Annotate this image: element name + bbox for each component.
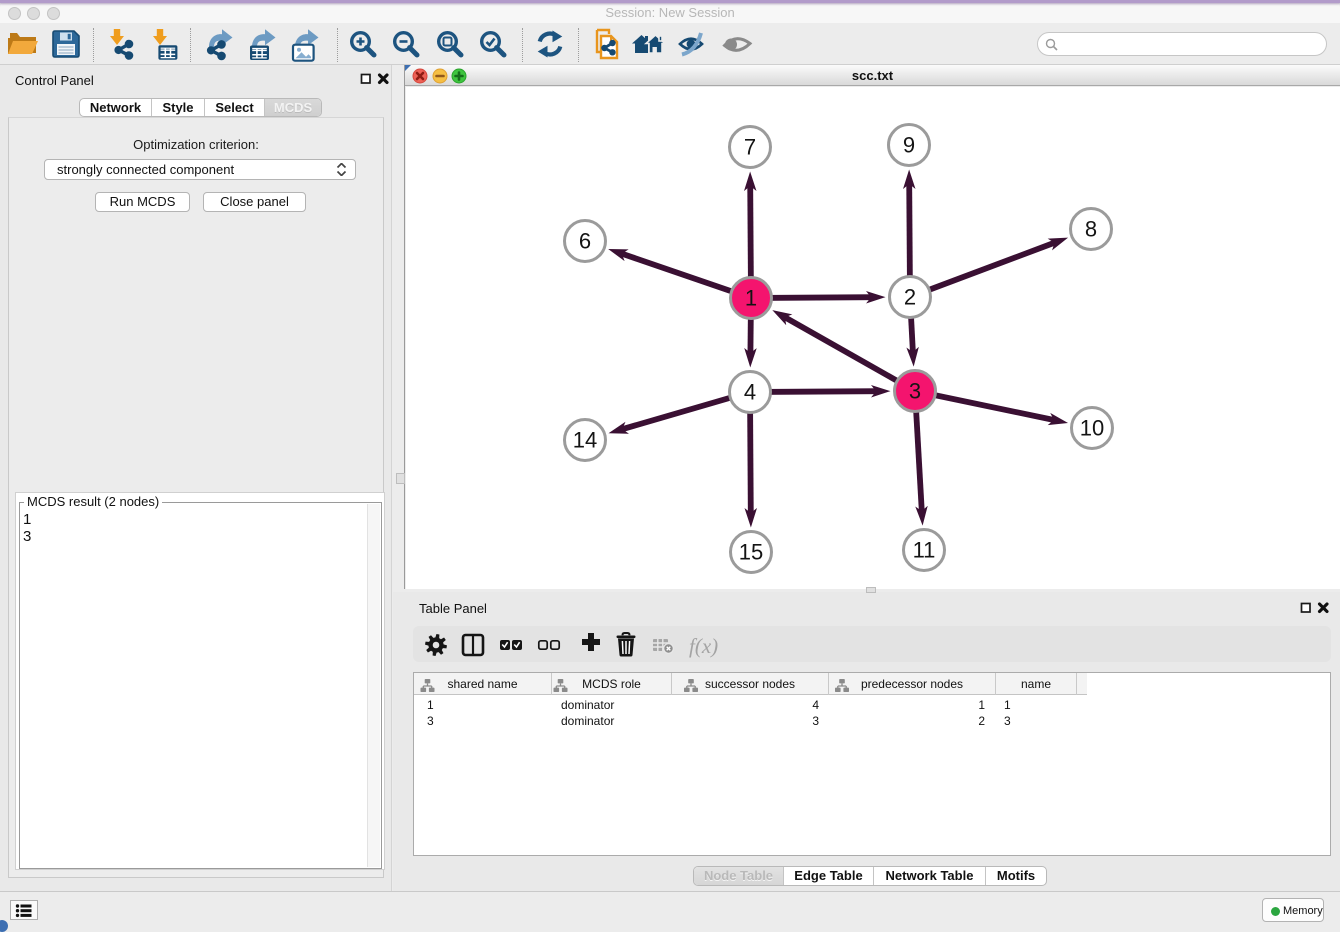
svg-text:6: 6 <box>579 229 591 254</box>
svg-text:8: 8 <box>1085 217 1097 242</box>
svg-text:7: 7 <box>744 135 756 160</box>
svg-text:f(x): f(x) <box>689 634 718 658</box>
svg-text:3: 3 <box>909 379 921 404</box>
svg-text:9: 9 <box>903 133 915 158</box>
svg-text:2: 2 <box>904 285 916 310</box>
svg-text:1: 1 <box>745 286 757 311</box>
svg-text:10: 10 <box>1080 416 1104 441</box>
svg-text:14: 14 <box>573 428 597 453</box>
svg-text:4: 4 <box>744 380 756 405</box>
svg-text:11: 11 <box>913 538 936 563</box>
svg-text:15: 15 <box>739 540 763 565</box>
